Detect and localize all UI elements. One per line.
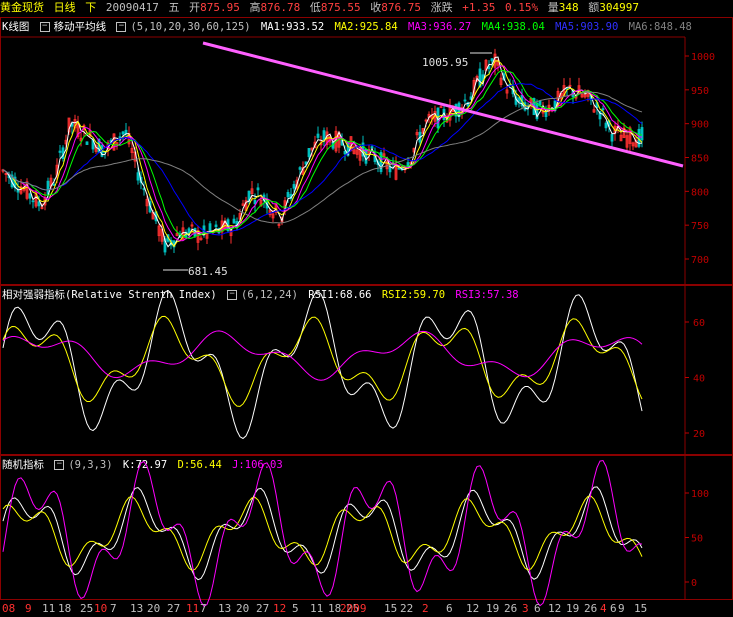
rsi1-line (2, 289, 643, 440)
chart-canvas[interactable]: 1000 950 900 850 800 750 700 60 40 20 100 50 0 1005.9… (0, 0, 733, 617)
candle-body (85, 141, 89, 145)
y-tick-label: 100 (691, 489, 709, 500)
x-axis-label: 08 (2, 602, 15, 615)
x-axis-label: 2009 (340, 602, 367, 615)
candle-body (316, 133, 320, 138)
candle-body (640, 127, 644, 141)
x-axis-label: 6 (446, 602, 453, 615)
j-line (2, 459, 643, 607)
x-axis-label: 19 (566, 602, 579, 615)
x-axis-label: 2 (422, 602, 429, 615)
candle-body (544, 111, 548, 118)
candle-body (58, 150, 62, 153)
candle-body (601, 108, 605, 111)
x-axis-label: 12 (466, 602, 479, 615)
x-axis-label: 26 (504, 602, 517, 615)
x-axis-label: 27 (167, 602, 180, 615)
x-axis-label: 10 (94, 602, 107, 615)
low-marker-label: 681.45 (188, 265, 228, 278)
x-axis-label: 3 (522, 602, 529, 615)
candle-body (538, 100, 542, 106)
x-axis-label: 7 (110, 602, 117, 615)
y-tick-label: 0 (691, 578, 697, 589)
x-axis-label: 5 (292, 602, 299, 615)
y-tick-label: 20 (693, 429, 705, 440)
x-axis-label: 19 (486, 602, 499, 615)
x-axis-label: 9 (25, 602, 32, 615)
x-axis-label: 4 (600, 602, 607, 615)
candle-body (463, 99, 467, 102)
candle-body (517, 97, 521, 102)
x-axis-label: 26 (584, 602, 597, 615)
high-marker-label: 1005.95 (422, 56, 468, 69)
y-tick-label: 700 (691, 255, 709, 266)
y-tick-label: 50 (691, 534, 703, 545)
candle-body (214, 224, 218, 228)
candle-body (124, 129, 128, 135)
x-axis-label: 11 (42, 602, 55, 615)
x-axis-label: 18 (58, 602, 71, 615)
candle-body (292, 184, 296, 189)
x-axis-label: 11 (310, 602, 323, 615)
x-axis-label: 27 (256, 602, 269, 615)
x-axis-label: 20 (147, 602, 160, 615)
candle-body (28, 193, 32, 199)
y-tick-label: 40 (693, 374, 705, 385)
candle-body (307, 148, 311, 158)
y-tick-label: 800 (691, 187, 709, 198)
y-tick-label: 850 (691, 154, 709, 165)
candle-body (232, 218, 236, 224)
rsi3-line (2, 330, 643, 381)
x-axis-label: 12 (548, 602, 561, 615)
candle-body (397, 167, 401, 170)
x-axis-label: 12 (273, 602, 286, 615)
candle-body (490, 58, 494, 62)
x-axis-label: 7 (200, 602, 207, 615)
candle-body (31, 200, 35, 203)
candle-body (208, 223, 212, 232)
x-axis-label: 6 (534, 602, 541, 615)
k-line (2, 486, 643, 581)
y-tick-label: 60 (693, 318, 705, 329)
candle-body (253, 199, 257, 205)
candle-body (52, 183, 56, 186)
x-axis-label: 22 (400, 602, 413, 615)
candle-body (610, 134, 614, 142)
candle-body (121, 131, 125, 135)
candle-body (343, 151, 347, 155)
ma-line (2, 60, 643, 248)
ma-line (2, 70, 643, 239)
x-axis-label: 15 (634, 602, 647, 615)
x-axis-label: 13 (130, 602, 143, 615)
ma-line (2, 65, 643, 242)
d-line (2, 495, 643, 571)
candle-body (322, 130, 326, 141)
candle-body (256, 187, 260, 191)
x-axis-label: 20 (236, 602, 249, 615)
x-axis-label: 13 (218, 602, 231, 615)
x-axis-label: 9 (618, 602, 625, 615)
y-tick-label: 1000 (691, 52, 715, 63)
candle-body (604, 122, 608, 129)
candle-body (286, 192, 290, 198)
candle-body (37, 201, 41, 207)
x-axis-label: 11 (186, 602, 199, 615)
candle-body (298, 167, 302, 170)
y-tick-label: 900 (691, 120, 709, 131)
x-axis-label: 25 (80, 602, 93, 615)
x-axis-label: 15 (384, 602, 397, 615)
y-tick-label: 750 (691, 221, 709, 232)
candle-body (136, 172, 140, 181)
candle-body (118, 136, 122, 139)
x-axis-label: 6 (610, 602, 617, 615)
y-tick-label: 950 (691, 86, 709, 97)
